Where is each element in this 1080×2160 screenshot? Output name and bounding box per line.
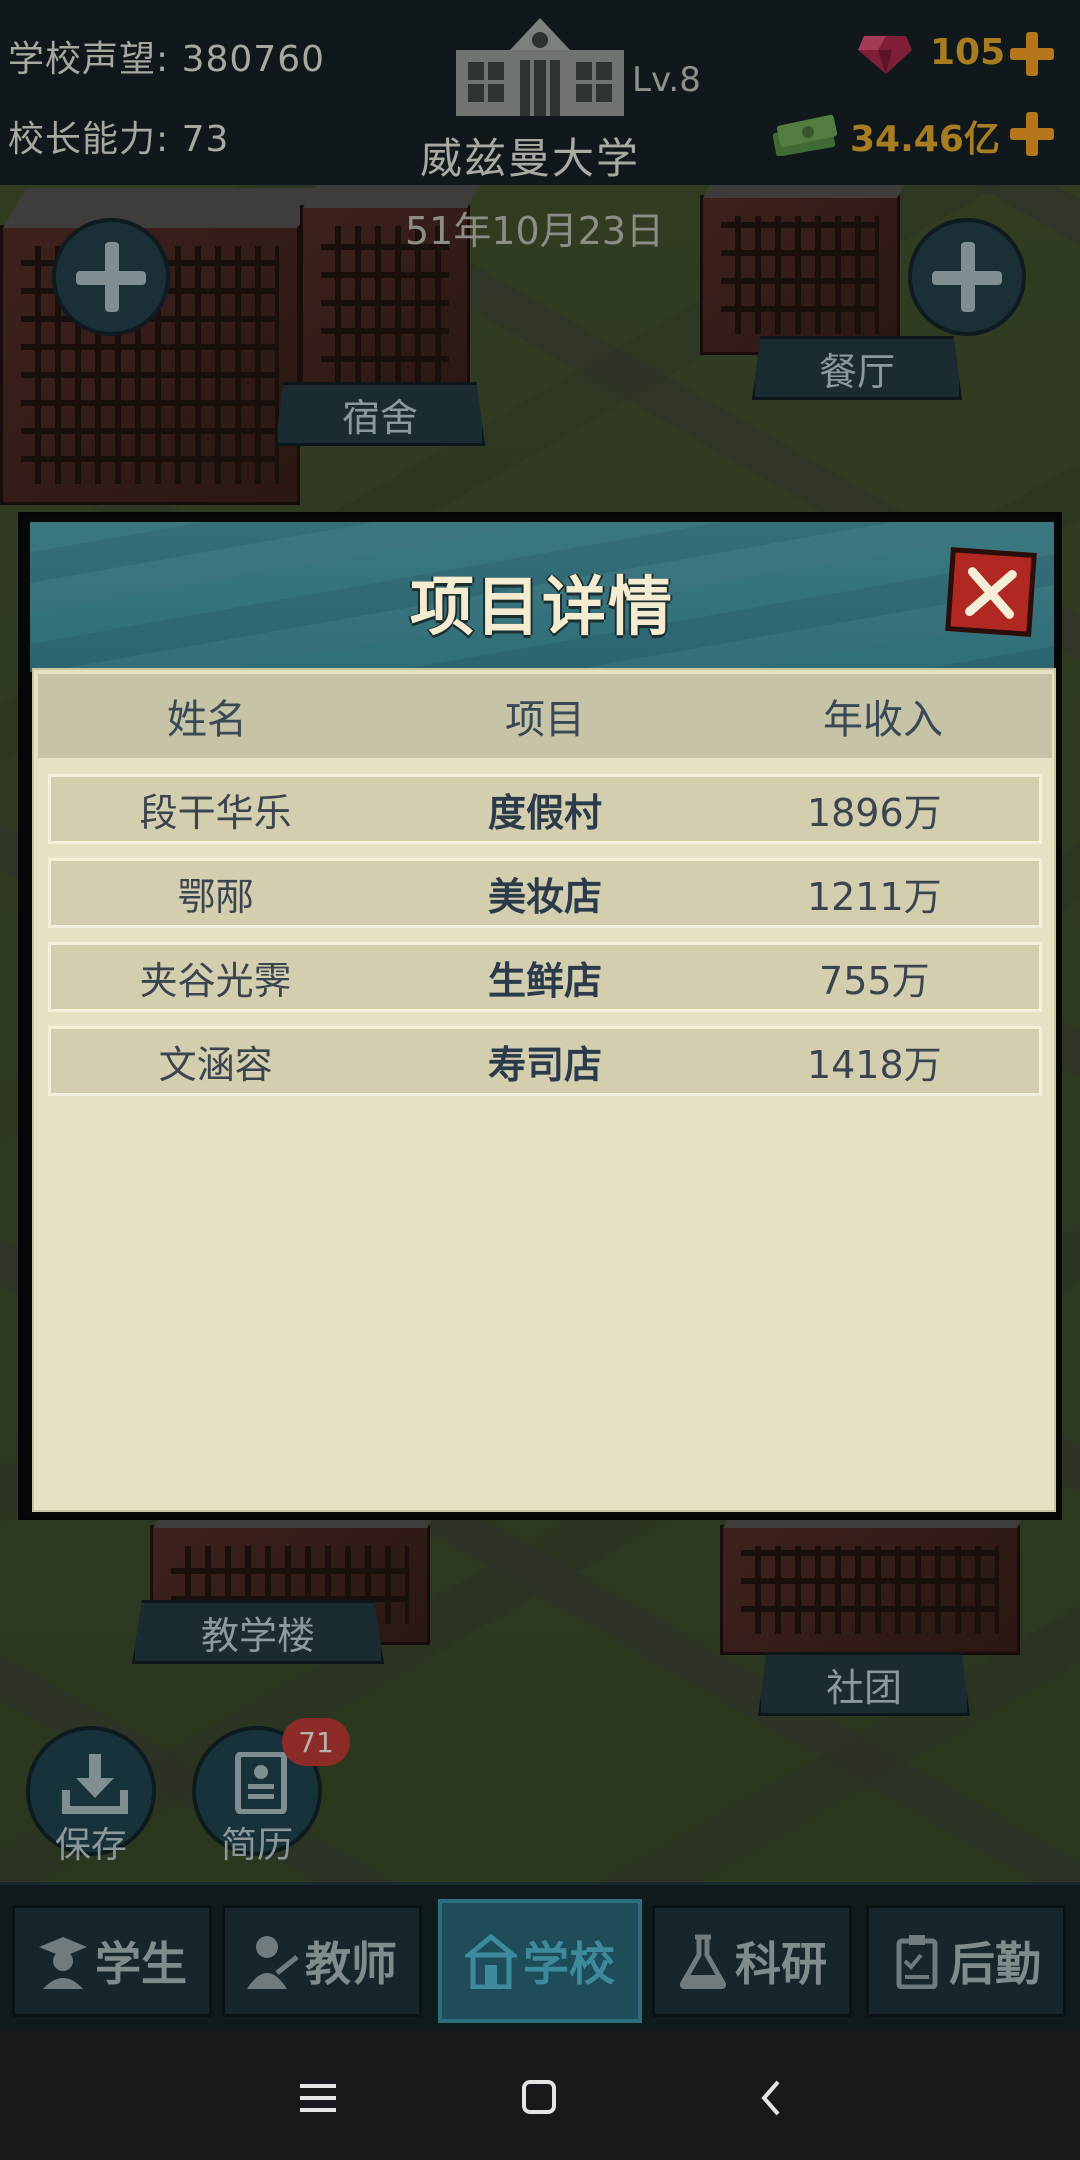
tab-teacher-label: 教师 xyxy=(305,1937,397,1991)
table-row[interactable]: 段干华乐 度假村 1896万 xyxy=(48,774,1042,844)
tab-student-label: 学生 xyxy=(95,1937,187,1991)
row-project: 生鲜店 xyxy=(487,958,602,1003)
download-icon xyxy=(62,1754,128,1814)
add-building-button-left[interactable] xyxy=(52,218,170,336)
tab-research-label: 科研 xyxy=(735,1937,827,1991)
game-screen: 学校声望: 380760 校长能力: 73 Lv.8 威兹曼大学 105 34.… xyxy=(0,0,1080,2160)
row-income: 1211万 xyxy=(806,874,942,919)
project-details-dialog: 项目详情 姓名 项目 年收入 段干华乐 度假村 1896万 鄂邴 美妆店 121 xyxy=(18,512,1062,1520)
dialog-header: 项目详情 xyxy=(30,522,1054,672)
add-building-button-right[interactable] xyxy=(908,218,1026,336)
teaching-building-label[interactable]: 教学楼 xyxy=(132,1600,384,1664)
student-icon xyxy=(39,1937,87,1989)
resume-document-icon xyxy=(235,1752,287,1814)
save-button[interactable]: 保存 xyxy=(26,1726,156,1866)
table-header: 姓名 项目 年收入 xyxy=(38,674,1052,758)
row-name: 夹谷光霁 xyxy=(139,958,292,1003)
school-reputation: 学校声望: 380760 xyxy=(8,39,325,80)
game-date: 51年10月23日 xyxy=(405,209,665,253)
school-name: 威兹曼大学 xyxy=(420,134,641,183)
tab-logistics-label: 后勤 xyxy=(949,1937,1041,1991)
teacher-icon xyxy=(247,1936,299,1989)
school-icon xyxy=(465,1933,517,1989)
dorm-label[interactable]: 宿舍 xyxy=(275,382,485,446)
tab-teacher[interactable]: 教师 xyxy=(222,1905,422,2017)
dialog-title: 项目详情 xyxy=(410,571,674,645)
clipboard-icon xyxy=(896,1935,938,1989)
tab-student[interactable]: 学生 xyxy=(12,1905,212,2017)
row-name: 鄂邴 xyxy=(177,874,254,919)
flask-icon xyxy=(680,1934,726,1989)
money-amount: 34.46亿 xyxy=(850,119,1000,160)
table-row[interactable]: 夹谷光霁 生鲜店 755万 xyxy=(48,942,1042,1012)
row-name: 段干华乐 xyxy=(139,790,292,835)
back-icon[interactable] xyxy=(752,2078,796,2118)
save-label: 保存 xyxy=(54,1825,127,1866)
tab-school-label: 学校 xyxy=(523,1937,615,1991)
canteen-label[interactable]: 餐厅 xyxy=(752,336,962,400)
table-row[interactable]: 文涵容 寿司店 1418万 xyxy=(48,1026,1042,1096)
resume-label: 简历 xyxy=(220,1825,293,1866)
close-icon xyxy=(965,567,1017,619)
row-name: 文涵容 xyxy=(158,1042,273,1087)
tab-school[interactable]: 学校 xyxy=(438,1899,642,2023)
close-button[interactable] xyxy=(945,547,1037,637)
resume-count-badge: 71 xyxy=(282,1718,350,1766)
school-building-icon xyxy=(456,18,624,116)
tab-research[interactable]: 科研 xyxy=(652,1905,852,2017)
row-project: 美妆店 xyxy=(487,874,602,919)
row-income: 1896万 xyxy=(806,790,942,835)
system-navigation-bar xyxy=(0,2030,1080,2160)
add-gems-button[interactable] xyxy=(1008,30,1056,78)
school-level: Lv.8 xyxy=(632,60,701,100)
table-row[interactable]: 鄂邴 美妆店 1211万 xyxy=(48,858,1042,928)
column-header-income: 年收入 xyxy=(823,697,943,743)
row-income: 1418万 xyxy=(806,1042,942,1087)
column-header-project: 项目 xyxy=(505,697,585,743)
column-header-name: 姓名 xyxy=(167,697,247,743)
row-project: 寿司店 xyxy=(487,1042,602,1087)
gem-count: 105 xyxy=(930,32,1006,73)
gem-icon xyxy=(858,36,912,74)
row-project: 度假村 xyxy=(487,790,602,835)
bottom-navigation: 学生 教师 学校 科研 后勤 xyxy=(0,1882,1080,2030)
home-icon[interactable] xyxy=(518,2078,562,2118)
menu-icon[interactable] xyxy=(296,2078,340,2118)
money-icon xyxy=(772,114,838,156)
row-income: 755万 xyxy=(819,958,930,1003)
add-money-button[interactable] xyxy=(1008,110,1056,158)
dialog-body: 姓名 项目 年收入 段干华乐 度假村 1896万 鄂邴 美妆店 1211万 夹谷… xyxy=(32,668,1056,1512)
top-status-bar: 学校声望: 380760 校长能力: 73 Lv.8 威兹曼大学 105 34.… xyxy=(0,0,1080,185)
principal-ability: 校长能力: 73 xyxy=(8,119,230,160)
tab-logistics[interactable]: 后勤 xyxy=(866,1905,1066,2017)
club-label[interactable]: 社团 xyxy=(758,1652,970,1716)
